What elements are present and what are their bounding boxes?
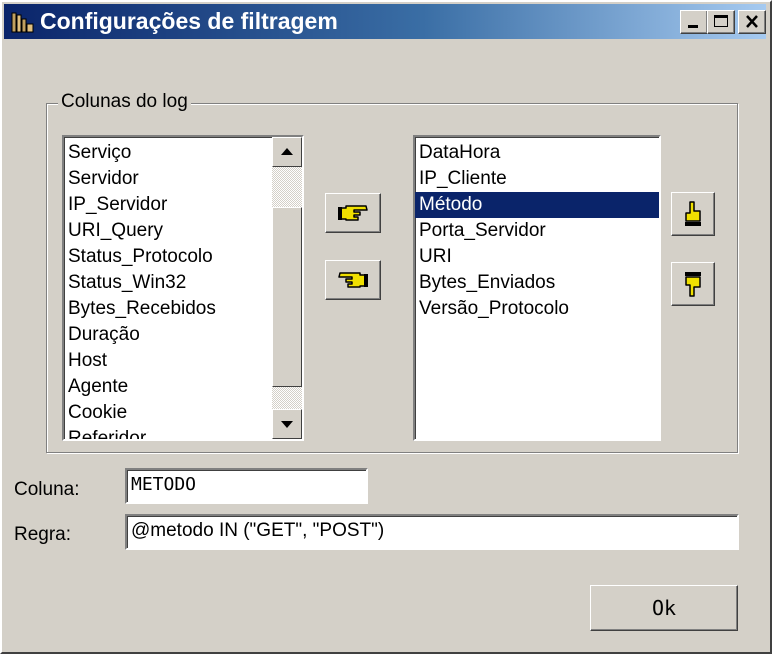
list-item[interactable]: URI_Query: [68, 218, 163, 244]
list-item[interactable]: Versão_Protocolo: [419, 296, 569, 322]
add-column-button[interactable]: [325, 193, 381, 233]
available-columns-list[interactable]: Referidor Cookie Agente Host Duração Bytes_Re…: [62, 135, 304, 441]
hand-pointing-down-icon: [685, 272, 701, 297]
list-item[interactable]: Bytes_Recebidos: [68, 296, 216, 322]
hand-pointing-left-icon: [338, 272, 368, 288]
move-up-button[interactable]: [671, 192, 715, 236]
hand-pointing-up-icon: [685, 201, 701, 226]
rule-label: Regra:: [14, 524, 72, 545]
hand-pointing-right-icon: [338, 205, 368, 221]
window-title: Configurações de filtragem: [40, 8, 338, 34]
list-item[interactable]: Método: [415, 192, 659, 218]
ok-button[interactable]: Ok: [590, 585, 738, 631]
column-field[interactable]: METODO: [125, 468, 368, 504]
minimize-button[interactable]: [680, 10, 708, 34]
list-item[interactable]: Host: [68, 348, 107, 374]
rule-field[interactable]: @metodo IN ("GET", "POST"): [125, 514, 739, 550]
list-item[interactable]: IP_Servidor: [68, 192, 167, 218]
arrow-down-icon: [281, 421, 293, 428]
maximize-icon: [714, 15, 728, 27]
close-icon: [746, 15, 758, 28]
list-item[interactable]: IP_Cliente: [419, 166, 507, 192]
available-columns-scrollbar[interactable]: [272, 137, 302, 439]
list-item[interactable]: Status_Win32: [68, 270, 186, 296]
remove-column-button[interactable]: [325, 260, 381, 300]
list-item[interactable]: Duração: [68, 322, 140, 348]
column-label: Coluna:: [14, 479, 80, 500]
scroll-down-button[interactable]: [272, 409, 302, 439]
list-item[interactable]: URI: [419, 244, 452, 270]
move-down-button[interactable]: [671, 262, 715, 306]
group-label: Colunas do log: [58, 91, 191, 113]
list-item[interactable]: Cookie: [68, 400, 127, 426]
list-item[interactable]: Serviço: [68, 140, 131, 166]
app-icon: [11, 12, 34, 33]
list-item[interactable]: DataHora: [419, 140, 500, 166]
list-item[interactable]: Agente: [68, 374, 128, 400]
close-button[interactable]: [738, 10, 766, 34]
scroll-thumb[interactable]: [272, 207, 302, 387]
title-bar[interactable]: Configurações de filtragem: [4, 4, 766, 39]
scroll-up-button[interactable]: [272, 137, 302, 167]
ok-button-label: Ok: [651, 596, 677, 620]
list-item[interactable]: Porta_Servidor: [419, 218, 546, 244]
minimize-icon: [688, 25, 698, 28]
arrow-up-icon: [281, 148, 293, 155]
selected-columns-list[interactable]: Versão_Protocolo Bytes_Enviados URI Porta_S…: [413, 135, 661, 441]
list-item[interactable]: Servidor: [68, 166, 139, 192]
list-item[interactable]: Status_Protocolo: [68, 244, 213, 270]
list-item[interactable]: Bytes_Enviados: [419, 270, 555, 296]
maximize-button[interactable]: [707, 10, 735, 34]
list-item[interactable]: Referidor: [68, 426, 146, 439]
